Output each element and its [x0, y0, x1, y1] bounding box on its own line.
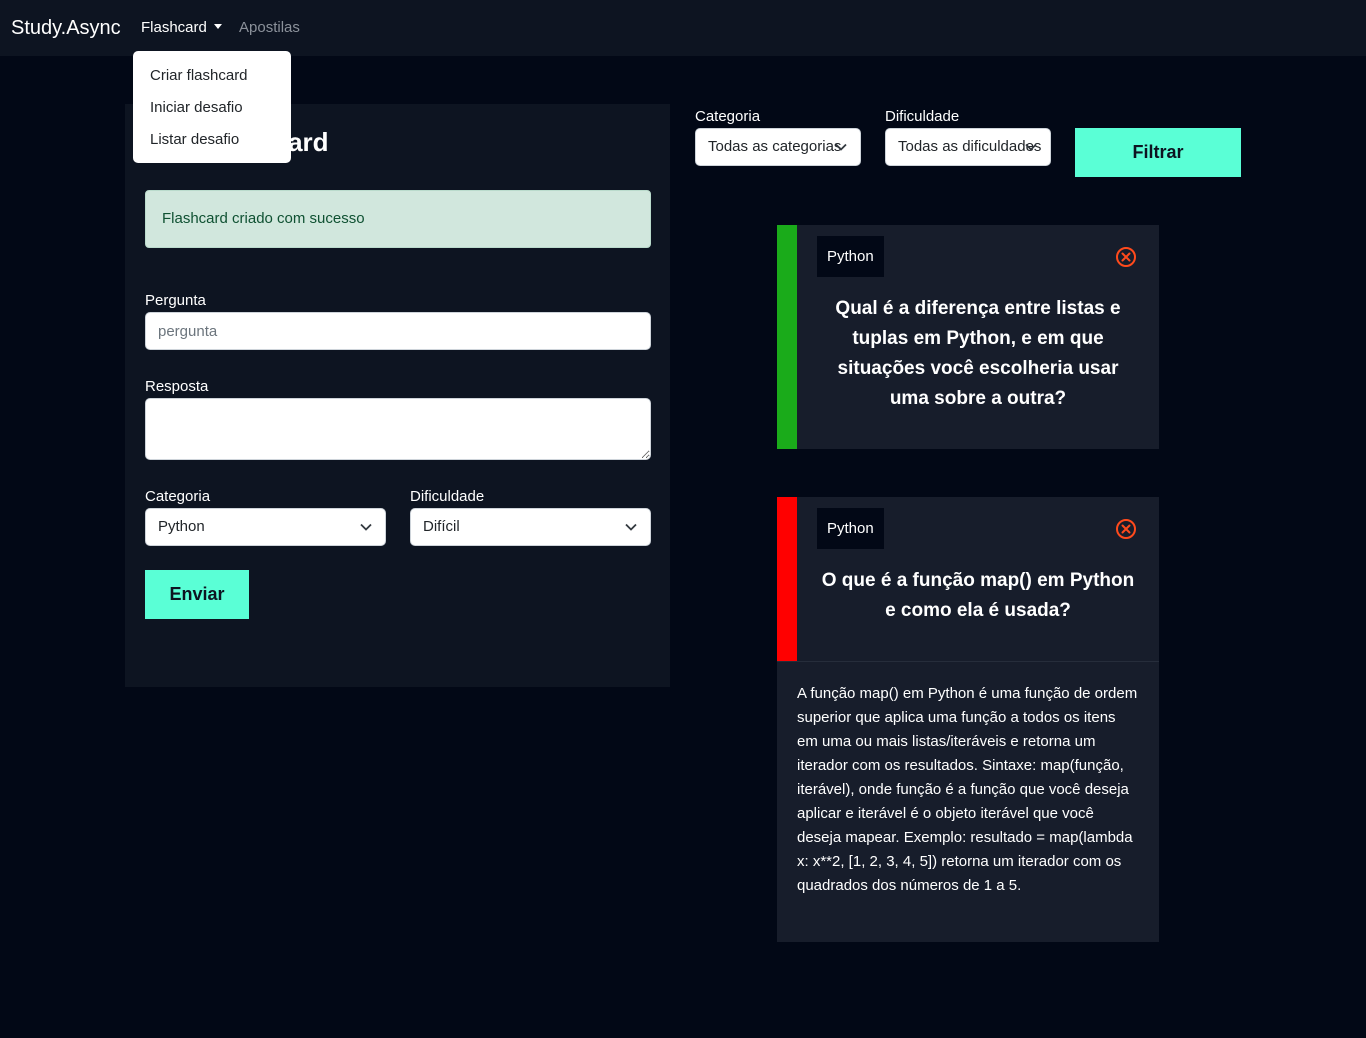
flashcard-question: O que é a função map() em Python e como …: [821, 570, 1135, 621]
filter-dificuldade-value: Todas as dificuldades: [898, 138, 1042, 155]
card-divider: [777, 661, 1159, 662]
category-tag: Python: [817, 236, 884, 277]
difficulty-stripe: [777, 225, 797, 449]
close-circle-icon[interactable]: [1115, 246, 1137, 268]
dificuldade-select[interactable]: Difícil: [410, 508, 651, 546]
flashcard-question: Qual é a diferença entre listas e tuplas…: [835, 298, 1121, 409]
brand-logo[interactable]: Study.Async: [11, 17, 121, 40]
resposta-textarea[interactable]: [145, 398, 651, 460]
categoria-select-value: Python: [158, 518, 205, 535]
menu-item-criar-flashcard[interactable]: Criar flashcard: [133, 65, 291, 97]
close-circle-icon[interactable]: [1115, 518, 1137, 540]
flashcard-answer: A função map() em Python é uma função de…: [797, 685, 1138, 894]
caret-down-icon: [213, 24, 222, 29]
enviar-button[interactable]: Enviar: [145, 570, 249, 619]
chevron-down-icon: [625, 523, 637, 531]
filter-dificuldade-select[interactable]: Todas as dificuldades: [885, 128, 1051, 166]
filter-categoria-select[interactable]: Todas as categorias: [695, 128, 861, 166]
categoria-select[interactable]: Python: [145, 508, 386, 546]
pergunta-label: Pergunta: [145, 292, 206, 309]
filtrar-button[interactable]: Filtrar: [1075, 128, 1241, 177]
create-flashcard-panel: Criar flashcard Flashcard criado com suc…: [125, 104, 670, 687]
flashcard[interactable]: Python O que é a função map() em Python …: [777, 497, 1159, 942]
chevron-down-icon: [835, 143, 847, 151]
menu-item-listar-desafio[interactable]: Listar desafio: [133, 129, 291, 161]
chevron-down-icon: [360, 523, 372, 531]
difficulty-stripe: [777, 497, 797, 661]
filter-dificuldade-label: Dificuldade: [885, 108, 960, 125]
navbar: Study.Async Flashcard Apostilas: [0, 0, 1366, 56]
flashcard-dropdown-menu: Criar flashcard Iniciar desafio Listar d…: [133, 51, 291, 163]
dificuldade-select-value: Difícil: [423, 518, 460, 535]
menu-item-iniciar-desafio[interactable]: Iniciar desafio: [133, 97, 291, 129]
resposta-label: Resposta: [145, 378, 209, 395]
filter-categoria-value: Todas as categorias: [708, 138, 842, 155]
chevron-down-icon: [1025, 143, 1037, 151]
pergunta-input[interactable]: [145, 312, 651, 350]
nav-flashcard-dropdown[interactable]: Flashcard: [141, 19, 222, 36]
categoria-label: Categoria: [145, 488, 211, 505]
nav-flashcard-label: Flashcard: [141, 19, 207, 36]
category-tag: Python: [817, 508, 884, 549]
flashcard[interactable]: Python Qual é a diferença entre listas e…: [777, 225, 1159, 449]
dificuldade-label: Dificuldade: [410, 488, 485, 505]
success-alert: Flashcard criado com sucesso: [145, 190, 651, 248]
filter-categoria-label: Categoria: [695, 108, 761, 125]
nav-apostilas[interactable]: Apostilas: [239, 19, 300, 36]
